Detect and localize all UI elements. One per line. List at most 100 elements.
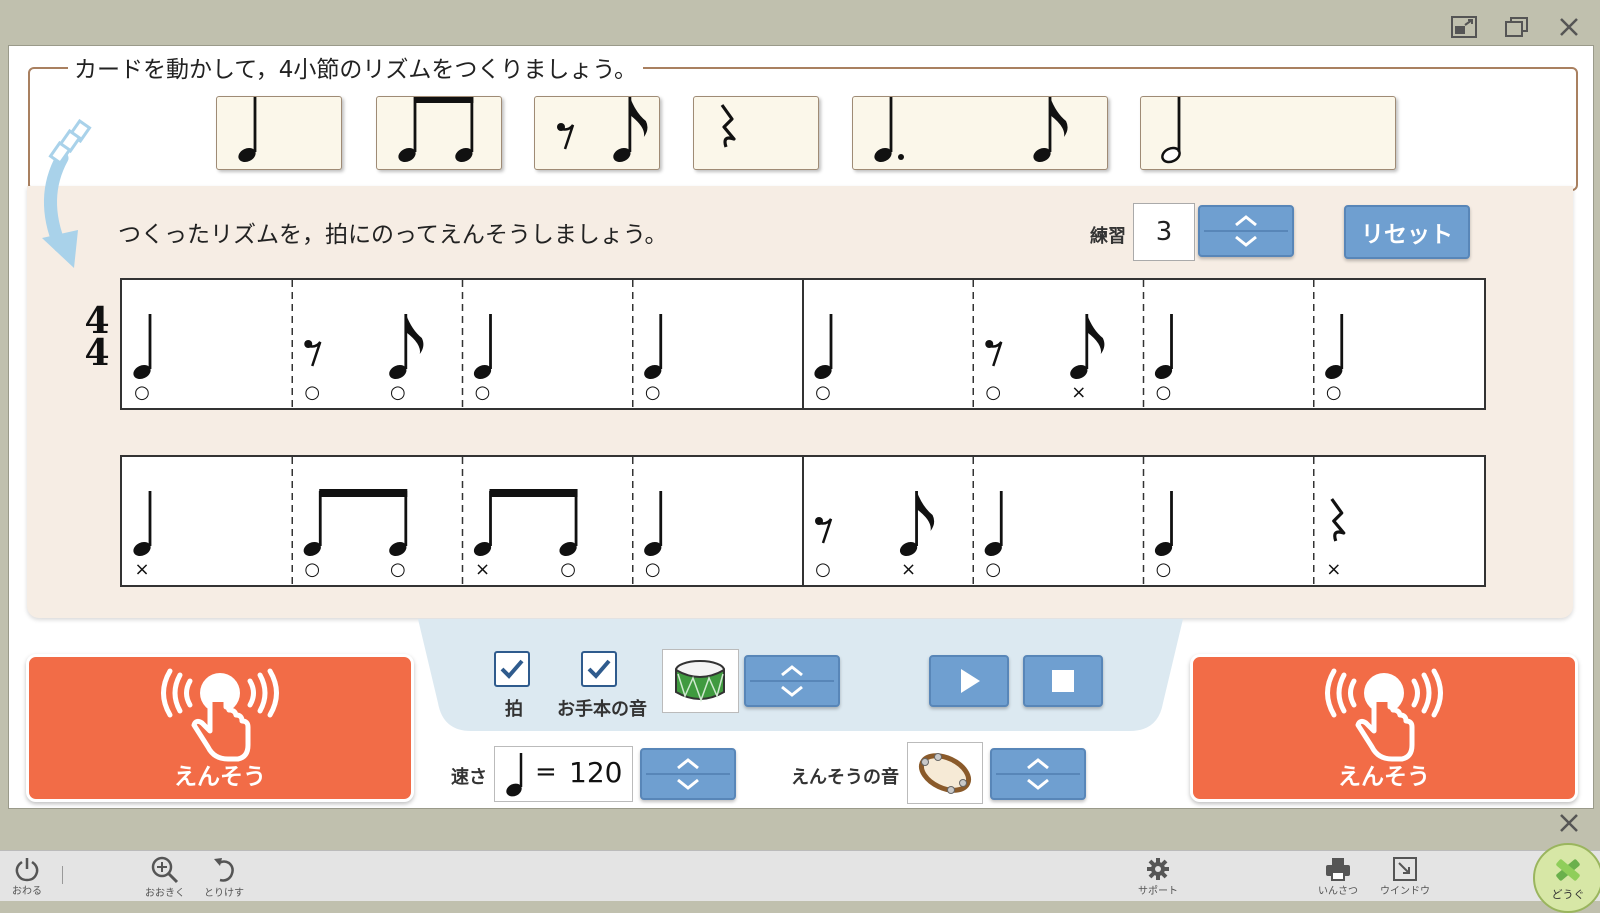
tempo-spinner[interactable] [640, 748, 736, 800]
score-instruction: つくったリズムを，拍にのってえんそうしましょう。 [118, 222, 668, 248]
tools-icon [1556, 859, 1580, 881]
rhythm-card-half[interactable] [1140, 96, 1396, 170]
time-signature-bottom: 4 [84, 332, 110, 374]
eighth-rest-stroke [560, 124, 575, 150]
rhythm-card-glyph [238, 97, 257, 163]
beat-label: 拍 [505, 699, 523, 720]
model-sound-label: お手本の音 [557, 699, 647, 720]
beat-mark: ○ [645, 559, 661, 580]
tempo-equals: = [535, 757, 557, 787]
note-flag [1086, 314, 1105, 354]
perform-button-right[interactable]: えんそう [1190, 654, 1578, 802]
print-button[interactable]: いんさつ [1318, 856, 1358, 897]
beat-mark: ○ [1156, 559, 1172, 580]
close-icon[interactable] [1552, 14, 1586, 40]
rhythm-card-glyph [557, 97, 648, 163]
perform-instrument-image [907, 742, 983, 804]
beat-cell: × ○ [473, 489, 578, 580]
quit-label: おわる [12, 886, 42, 897]
beat-mark: × [901, 559, 916, 580]
model-instrument-spinner[interactable] [744, 655, 840, 707]
tap-hand-icon [161, 668, 279, 762]
quarter-note-icon [506, 753, 523, 797]
beat-mark: ○ [390, 559, 406, 580]
beat-mark: ○ [645, 382, 661, 403]
eighth-rest-stroke [988, 341, 1003, 367]
reset-button[interactable]: リセット [1344, 205, 1470, 259]
rhythm-card-two-eighths[interactable] [376, 96, 502, 170]
practice-label: 練習 [1090, 226, 1126, 247]
beat-cell: × [133, 491, 152, 580]
close-panel-icon[interactable] [1552, 810, 1586, 836]
practice-spinner[interactable] [1198, 205, 1294, 257]
rhythm-card-eighth-rest-eighth[interactable] [534, 96, 660, 170]
beat-cell: ○ [1154, 491, 1173, 580]
rhythm-card-quarter[interactable] [216, 96, 342, 170]
zoom-in-icon [151, 856, 179, 884]
undo-button[interactable]: とりけす [204, 856, 244, 899]
undo-label: とりけす [204, 888, 244, 899]
rhythm-card-quarter-rest[interactable] [693, 96, 819, 170]
print-label: いんさつ [1318, 886, 1358, 897]
beat-mark: ○ [985, 382, 1001, 403]
beat-cell: ○ × [985, 314, 1105, 403]
restore-icon[interactable] [1500, 14, 1534, 40]
beat-cell: ○ [1154, 314, 1173, 403]
note-flag [405, 314, 424, 354]
beat-cell: ○ [473, 314, 492, 403]
beat-cell: ○ × [815, 491, 935, 580]
augmentation-dot [898, 154, 904, 160]
zoom-in-label: おおきく [145, 888, 185, 899]
beat-cell: ○ [133, 314, 152, 403]
beat-mark: ○ [475, 382, 491, 403]
model-sound-checkbox[interactable] [581, 651, 617, 687]
up-down-icon [1204, 215, 1288, 247]
rhythm-card-dotted-quarter-eighth[interactable] [852, 96, 1108, 170]
print-icon [1326, 858, 1350, 881]
perform-sound-label: えんそうの音 [791, 767, 899, 788]
beat-mark: × [1326, 559, 1341, 580]
up-down-icon [750, 665, 834, 697]
beat-checkbox[interactable] [494, 651, 530, 687]
note-flag [1050, 97, 1068, 137]
window-label: ウインドウ [1380, 886, 1430, 897]
stop-icon [1052, 670, 1074, 692]
up-down-icon [646, 758, 730, 790]
perform-left-label: えんそう [174, 764, 266, 790]
tempo-display: = 120 [494, 746, 633, 802]
beat-mark: ○ [560, 559, 576, 580]
beat-mark: ○ [815, 559, 831, 580]
rhythm-staff-row-1: ○ ○ ○ ○ ○ ○ ○ × ○ ○ [120, 278, 1486, 410]
window-icon [1393, 857, 1417, 881]
model-instrument-image [662, 649, 739, 713]
beat-cell: ○ ○ [303, 489, 408, 580]
beat-mark: ○ [304, 382, 320, 403]
rhythm-card-glyph [1161, 97, 1181, 164]
perform-right-label: えんそう [1338, 764, 1430, 790]
eighth-rest-stroke [818, 518, 833, 544]
beat-mark: × [475, 559, 490, 580]
up-down-icon [996, 758, 1080, 790]
beat-cell: ○ [814, 314, 833, 403]
perform-instrument-spinner[interactable] [990, 748, 1086, 800]
tools-button[interactable]: どうぐ [1533, 843, 1600, 913]
support-button[interactable]: サポート [1138, 856, 1178, 897]
stop-button[interactable] [1023, 655, 1103, 707]
zoom-in-button[interactable]: おおきく [145, 856, 185, 899]
beat-mark: ○ [134, 382, 150, 403]
support-label: サポート [1138, 886, 1178, 897]
perform-button-left[interactable]: えんそう [26, 654, 414, 802]
fullscreen-icon[interactable] [1447, 14, 1481, 40]
play-button[interactable] [929, 655, 1009, 707]
quit-button[interactable]: おわる [12, 856, 42, 897]
window-button[interactable]: ウインドウ [1380, 856, 1430, 897]
rhythm-staff-row-2: × ○ ○ × ○ ○ ○ × ○ ○ × [120, 455, 1486, 587]
checkmark-icon [500, 659, 524, 679]
power-icon [15, 858, 39, 882]
time-signature: 4 4 [76, 303, 118, 377]
note-flag [629, 97, 648, 137]
beat-cell: ○ ○ [304, 314, 424, 403]
note-beam [489, 489, 578, 497]
play-icon [961, 669, 980, 693]
toolbar-divider [62, 866, 63, 884]
